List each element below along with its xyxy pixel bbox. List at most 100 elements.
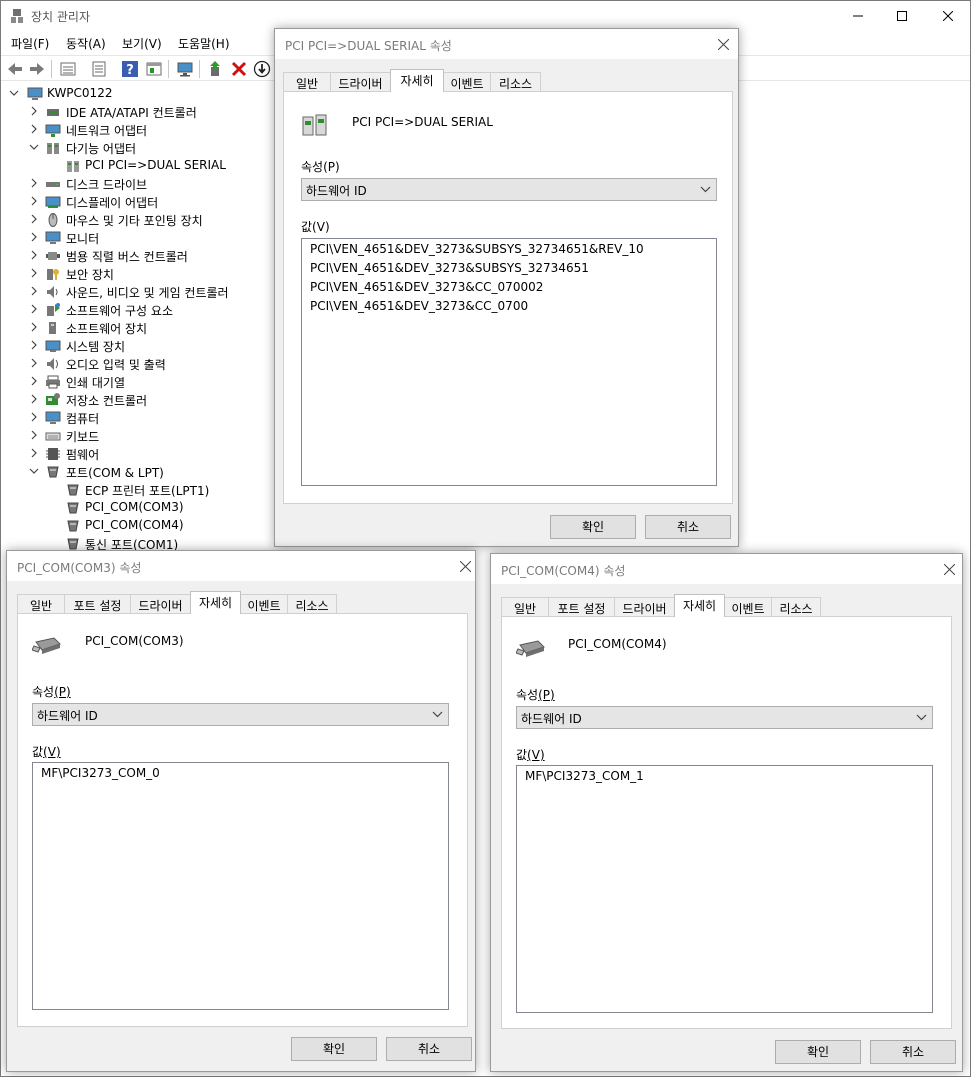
tab-details[interactable]: 자세히 <box>674 594 725 617</box>
value-listbox[interactable]: MF\PCI3273_COM_1 <box>516 765 933 1013</box>
chevron-right-icon[interactable] <box>29 195 39 207</box>
chevron-right-icon[interactable] <box>29 375 39 387</box>
chevron-right-icon[interactable] <box>29 231 39 243</box>
tab-events[interactable]: 이벤트 <box>724 597 772 616</box>
value-row[interactable]: PCI\VEN_4651&DEV_3273&CC_0700 <box>302 297 716 316</box>
chevron-down-icon[interactable] <box>29 141 39 153</box>
value-row[interactable]: PCI\VEN_4651&DEV_3273&SUBSYS_32734651&RE… <box>302 240 716 259</box>
scan-hardware-icon[interactable] <box>176 60 194 78</box>
value-listbox[interactable]: PCI\VEN_4651&DEV_3273&SUBSYS_32734651&RE… <box>301 238 717 486</box>
document-icon[interactable] <box>90 60 108 78</box>
menu-action[interactable]: 동작(A) <box>66 35 106 52</box>
tab-general[interactable]: 일반 <box>283 72 331 91</box>
tab-driver[interactable]: 드라이버 <box>330 72 391 91</box>
dialog-close-button[interactable] <box>711 33 735 55</box>
tree-category-item[interactable]: 소프트웨어 장치 <box>1 319 271 337</box>
tree-category-item[interactable]: 다기능 어댑터 <box>1 139 271 157</box>
tab-resources[interactable]: 리소스 <box>287 594 337 613</box>
menu-file[interactable]: 파일(F) <box>11 35 49 52</box>
dialog-titlebar[interactable]: PCI PCI=>DUAL SERIAL 속성 <box>275 29 738 59</box>
tree-child-item[interactable]: ECP 프린터 포트(LPT1) <box>1 481 271 499</box>
update-driver-icon[interactable] <box>207 60 225 78</box>
tree-category-item[interactable]: 보안 장치 <box>1 265 271 283</box>
tree-category-item[interactable]: 인쇄 대기열 <box>1 373 271 391</box>
tree-category-item[interactable]: 포트(COM & LPT) <box>1 463 271 481</box>
tab-resources[interactable]: 리소스 <box>771 597 821 616</box>
cancel-button[interactable]: 취소 <box>870 1040 956 1064</box>
tree-category-item[interactable]: 저장소 컨트롤러 <box>1 391 271 409</box>
tree-category-item[interactable]: 오디오 입력 및 출력 <box>1 355 271 373</box>
chevron-right-icon[interactable] <box>29 447 39 459</box>
minimize-button[interactable] <box>835 1 881 31</box>
tree-category-item[interactable]: 시스템 장치 <box>1 337 271 355</box>
maximize-button[interactable] <box>879 1 925 31</box>
value-row[interactable]: PCI\VEN_4651&DEV_3273&SUBSYS_32734651 <box>302 259 716 278</box>
tree-category-item[interactable]: 사운드, 비디오 및 게임 컨트롤러 <box>1 283 271 301</box>
menu-view[interactable]: 보기(V) <box>122 35 162 52</box>
tab-general[interactable]: 일반 <box>501 597 549 616</box>
cancel-button[interactable]: 취소 <box>386 1037 472 1061</box>
ok-button[interactable]: 확인 <box>775 1040 861 1064</box>
tab-events[interactable]: 이벤트 <box>443 72 491 91</box>
chevron-right-icon[interactable] <box>29 321 39 333</box>
tree-root[interactable]: KWPC0122 <box>1 85 261 103</box>
help-icon[interactable]: ? <box>121 60 139 78</box>
chevron-right-icon[interactable] <box>29 213 39 225</box>
close-button[interactable] <box>925 1 971 31</box>
tree-category-item[interactable]: 디스크 드라이브 <box>1 175 271 193</box>
tree-child-item[interactable]: PCI_COM(COM3) <box>1 499 271 517</box>
dialog-close-button[interactable] <box>453 555 477 577</box>
tree-category-item[interactable]: 펌웨어 <box>1 445 271 463</box>
tab-details[interactable]: 자세히 <box>390 69 444 92</box>
chevron-down-icon[interactable] <box>9 87 19 99</box>
value-row[interactable]: MF\PCI3273_COM_1 <box>517 767 932 786</box>
tree-category-item[interactable]: 디스플레이 어댑터 <box>1 193 271 211</box>
cancel-button[interactable]: 취소 <box>645 515 731 539</box>
chevron-right-icon[interactable] <box>29 285 39 297</box>
property-select[interactable]: 하드웨어 ID <box>516 706 933 729</box>
value-row[interactable]: PCI\VEN_4651&DEV_3273&CC_070002 <box>302 278 716 297</box>
dialog-titlebar[interactable]: PCI_COM(COM4) 속성 <box>491 554 962 584</box>
tab-general[interactable]: 일반 <box>17 594 65 613</box>
tree-category-item[interactable]: 마우스 및 기타 포인팅 장치 <box>1 211 271 229</box>
chevron-right-icon[interactable] <box>29 339 39 351</box>
tree-category-item[interactable]: 소프트웨어 구성 요소 <box>1 301 271 319</box>
chevron-right-icon[interactable] <box>29 303 39 315</box>
chevron-right-icon[interactable] <box>29 177 39 189</box>
tab-driver[interactable]: 드라이버 <box>614 597 675 616</box>
tab-driver[interactable]: 드라이버 <box>130 594 191 613</box>
dialog-close-button[interactable] <box>937 558 961 580</box>
chevron-right-icon[interactable] <box>29 393 39 405</box>
tab-events[interactable]: 이벤트 <box>240 594 288 613</box>
properties-list-icon[interactable] <box>59 60 77 78</box>
disable-device-icon[interactable] <box>253 60 271 78</box>
chevron-right-icon[interactable] <box>29 411 39 423</box>
chevron-right-icon[interactable] <box>29 249 39 261</box>
chevron-right-icon[interactable] <box>29 429 39 441</box>
chevron-down-icon[interactable] <box>29 465 39 477</box>
tab-port-settings[interactable]: 포트 설정 <box>64 594 131 613</box>
chevron-right-icon[interactable] <box>29 123 39 135</box>
tree-child-item[interactable]: PCI_COM(COM4) <box>1 517 271 535</box>
tree-category-item[interactable]: IDE ATA/ATAPI 컨트롤러 <box>1 103 271 121</box>
tab-resources[interactable]: 리소스 <box>490 72 541 91</box>
value-listbox[interactable]: MF\PCI3273_COM_0 <box>32 762 449 1010</box>
ok-button[interactable]: 확인 <box>291 1037 377 1061</box>
property-select[interactable]: 하드웨어 ID <box>301 178 717 201</box>
tree-child-item[interactable]: PCI PCI=>DUAL SERIAL <box>1 157 271 175</box>
property-select[interactable]: 하드웨어 ID <box>32 703 449 726</box>
tab-port-settings[interactable]: 포트 설정 <box>548 597 615 616</box>
chevron-right-icon[interactable] <box>29 357 39 369</box>
menu-help[interactable]: 도움말(H) <box>178 35 230 52</box>
chevron-right-icon[interactable] <box>29 105 39 117</box>
dialog-titlebar[interactable]: PCI_COM(COM3) 속성 <box>7 551 475 581</box>
tree-category-item[interactable]: 네트워크 어댑터 <box>1 121 271 139</box>
value-row[interactable]: MF\PCI3273_COM_0 <box>33 764 448 783</box>
view-window-icon[interactable] <box>145 60 163 78</box>
forward-arrow-icon[interactable] <box>28 60 46 78</box>
back-arrow-icon[interactable] <box>6 60 24 78</box>
window-titlebar[interactable]: 장치 관리자 <box>1 1 970 31</box>
tree-category-item[interactable]: 모니터 <box>1 229 271 247</box>
tab-details[interactable]: 자세히 <box>190 591 241 614</box>
chevron-right-icon[interactable] <box>29 267 39 279</box>
